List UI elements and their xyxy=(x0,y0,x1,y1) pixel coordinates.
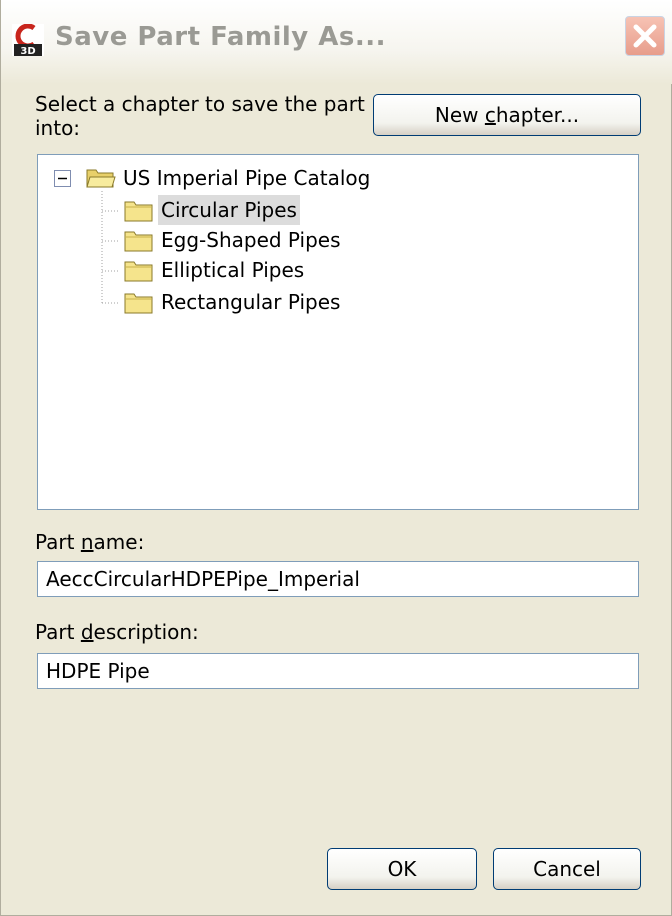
chapter-prompt-label: Select a chapter to save the part into: xyxy=(35,92,365,140)
new-chapter-button[interactable]: New chapter... xyxy=(373,94,641,136)
tree-item-label: Rectangular Pipes xyxy=(161,290,341,314)
new-chapter-label-before: New xyxy=(434,103,485,127)
dialog-title: Save Part Family As... xyxy=(55,22,387,52)
part-description-field[interactable]: HDPE Pipe xyxy=(37,653,639,689)
new-chapter-label-after: hapter... xyxy=(495,103,580,127)
part-name-label-after: ame: xyxy=(93,530,145,554)
folder-icon xyxy=(124,231,153,252)
folder-icon xyxy=(124,293,153,314)
folder-open-icon xyxy=(86,169,116,188)
cancel-button[interactable]: Cancel xyxy=(493,848,641,890)
tree-item-label: Elliptical Pipes xyxy=(161,258,305,282)
civil3d-app-icon: 3D xyxy=(12,24,44,56)
part-description-label: Part description: xyxy=(35,620,199,644)
close-button[interactable] xyxy=(625,16,665,56)
close-icon xyxy=(633,24,657,48)
part-name-mnemonic: n xyxy=(80,530,94,554)
part-name-field[interactable]: AeccCircularHDPEPipe_Imperial xyxy=(37,561,639,597)
ok-button[interactable]: OK xyxy=(327,848,477,890)
chapter-tree[interactable]: US Imperial Pipe Catalog Circular Pipes … xyxy=(37,154,639,510)
folder-icon xyxy=(124,201,153,222)
part-name-label: Part name: xyxy=(35,530,144,554)
folder-icon xyxy=(124,261,153,282)
tree-item-label: Circular Pipes xyxy=(158,195,300,225)
tree-item-label: US Imperial Pipe Catalog xyxy=(123,166,371,190)
svg-text:3D: 3D xyxy=(20,46,35,56)
new-chapter-mnemonic: c xyxy=(484,103,496,127)
part-description-label-after: escription: xyxy=(93,620,199,644)
part-description-mnemonic: d xyxy=(80,620,94,644)
save-part-family-dialog: 3D Save Part Family As... Select a chapt… xyxy=(0,0,672,916)
tree-item-label: Egg-Shaped Pipes xyxy=(161,228,341,252)
part-name-label-before: Part xyxy=(35,530,81,554)
collapse-icon[interactable] xyxy=(54,170,72,188)
part-description-label-before: Part xyxy=(35,620,81,644)
title-bar[interactable]: 3D Save Part Family As... xyxy=(1,0,672,84)
